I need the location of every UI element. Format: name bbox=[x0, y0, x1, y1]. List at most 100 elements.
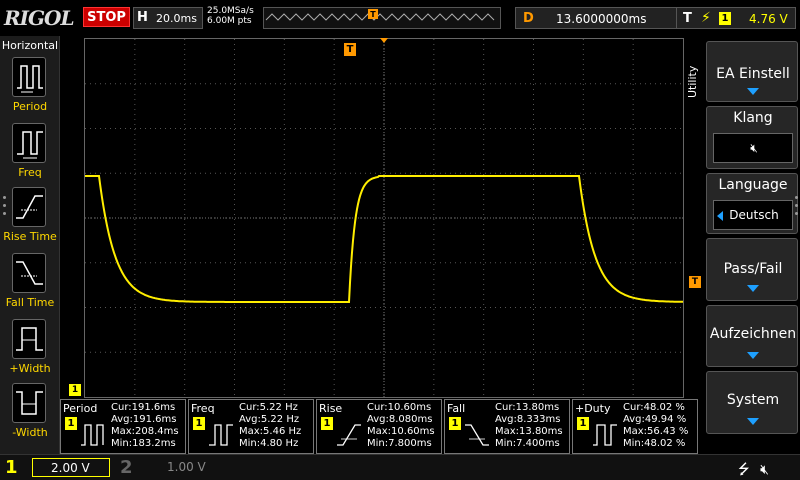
softkey-label: Language bbox=[718, 177, 788, 193]
meas-max: Max:13.80ms bbox=[495, 426, 563, 437]
softkey-ea-einstell[interactable]: EA Einstell bbox=[706, 41, 798, 102]
speaker-muted-icon: 🔇︎ bbox=[760, 462, 769, 478]
period-icon bbox=[81, 424, 104, 446]
measure-menu-panel: Horizontal Period Freq Rise Time Fall Ti… bbox=[0, 36, 60, 454]
speaker-muted-icon: 🔇︎ bbox=[750, 141, 758, 155]
softkey-system[interactable]: System bbox=[706, 371, 798, 434]
chevron-down-icon bbox=[747, 418, 759, 425]
meas-channel-badge: 1 bbox=[577, 417, 589, 430]
channel-1-status[interactable]: 1 2.00 V bbox=[0, 455, 112, 480]
waveform-grid bbox=[85, 39, 683, 397]
period-icon bbox=[12, 57, 46, 97]
softkey-label: Aufzeichnen bbox=[709, 326, 797, 342]
system-status-icons: ⭍ 🔇︎ bbox=[738, 459, 769, 480]
rise-time-icon bbox=[337, 424, 361, 446]
fall-time-icon bbox=[465, 424, 489, 446]
rise-time-icon bbox=[12, 187, 46, 227]
measurement-freq[interactable]: Freq 1 Cur:5.22 Hz Avg:5.22 Hz Max:5.46 … bbox=[188, 399, 314, 454]
meas-avg: Avg:5.22 Hz bbox=[239, 414, 300, 425]
meas-min: Min:48.02 % bbox=[623, 438, 686, 449]
pos-width-label: +Width bbox=[9, 362, 51, 375]
top-status-bar: RIGOL STOP H 20.0ms 25.0MSa/s 6.00M pts … bbox=[0, 0, 800, 36]
meas-name: Rise bbox=[319, 402, 343, 415]
waveform-display[interactable] bbox=[84, 38, 684, 398]
meas-cur: Cur:13.80ms bbox=[495, 402, 560, 413]
channel-2-status[interactable]: 2 1.00 V bbox=[115, 455, 225, 480]
run-stop-indicator[interactable]: STOP bbox=[83, 7, 130, 27]
meas-min: Min:7.800ms bbox=[367, 438, 432, 449]
freq-icon bbox=[209, 424, 233, 446]
softkey-label: Klang bbox=[733, 110, 773, 126]
meas-cur: Cur:5.22 Hz bbox=[239, 402, 298, 413]
usb-icon: ⭍ bbox=[738, 462, 750, 478]
language-selector[interactable]: Deutsch bbox=[713, 200, 793, 230]
measure-freq-item[interactable]: Freq bbox=[0, 123, 60, 187]
trigger-position-marker[interactable]: T bbox=[344, 43, 356, 56]
channel-1-offset-marker[interactable]: 1 bbox=[69, 384, 81, 396]
trigger-level-marker[interactable]: T bbox=[689, 276, 701, 288]
meas-avg: Avg:8.333ms bbox=[495, 414, 561, 425]
chevron-down-icon bbox=[747, 285, 759, 292]
softkey-label: Pass/Fail bbox=[723, 261, 783, 277]
freq-label: Freq bbox=[18, 166, 42, 179]
memory-depth: 6.00M pts bbox=[207, 16, 252, 26]
fall-time-label: Fall Time bbox=[5, 296, 55, 309]
measure-pos-width-item[interactable]: +Width bbox=[0, 319, 60, 383]
measurement-results-bar: Period 1 Cur:191.6ms Avg:191.6ms Max:208… bbox=[60, 399, 698, 454]
memory-overview-bar[interactable]: T bbox=[263, 7, 501, 29]
delay-value: 13.6000000ms bbox=[556, 12, 647, 26]
measure-neg-width-item[interactable]: -Width bbox=[0, 383, 60, 447]
memory-waveform-icon: T bbox=[265, 9, 495, 21]
softkey-pass-fail[interactable]: Pass/Fail bbox=[706, 238, 798, 301]
softkey-label: EA Einstell bbox=[716, 66, 790, 82]
meas-name: Fall bbox=[447, 402, 466, 415]
horizontal-timebase[interactable]: H 20.0ms bbox=[133, 7, 203, 29]
timebase-value: 20.0ms bbox=[156, 12, 197, 25]
meas-min: Min:4.80 Hz bbox=[239, 438, 299, 449]
meas-max: Max:5.46 Hz bbox=[239, 426, 302, 437]
softkey-aufzeichnen[interactable]: Aufzeichnen bbox=[706, 305, 798, 367]
trigger-label: T bbox=[683, 11, 692, 26]
channel-1-number: 1 bbox=[5, 457, 18, 478]
channel-1-scale: 2.00 V bbox=[32, 458, 110, 477]
meas-channel-badge: 1 bbox=[449, 417, 461, 430]
rigol-logo: RIGOL bbox=[4, 6, 75, 30]
measure-fall-time-item[interactable]: Fall Time bbox=[0, 253, 60, 317]
negative-width-icon bbox=[12, 383, 46, 423]
channel-status-bar: 1 2.00 V 2 1.00 V ⭍ 🔇︎ bbox=[0, 454, 800, 480]
meas-cur: Cur:191.6ms bbox=[111, 402, 176, 413]
measurement-rise[interactable]: Rise 1 Cur:10.60ms Avg:8.080ms Max:10.60… bbox=[316, 399, 442, 454]
meas-channel-badge: 1 bbox=[193, 417, 205, 430]
meas-channel-badge: 1 bbox=[65, 417, 77, 430]
utility-softkey-menu: EA Einstell Klang 🔇︎ Language Deutsch Pa… bbox=[703, 36, 800, 454]
softkey-language[interactable]: Language Deutsch bbox=[706, 173, 798, 234]
meas-cur: Cur:10.60ms bbox=[367, 402, 432, 413]
meas-avg: Avg:49.94 % bbox=[623, 414, 687, 425]
measurement-duty[interactable]: +Duty 1 Cur:48.02 % Avg:49.94 % Max:56.4… bbox=[572, 399, 698, 454]
softkey-klang[interactable]: Klang 🔇︎ bbox=[706, 106, 798, 169]
meas-name: +Duty bbox=[575, 402, 611, 415]
meas-name: Period bbox=[63, 402, 98, 415]
measure-period-item[interactable]: Period bbox=[0, 57, 60, 121]
meas-max: Max:10.60ms bbox=[367, 426, 435, 437]
sound-toggle[interactable]: 🔇︎ bbox=[713, 133, 793, 163]
delay-readout[interactable]: D 13.6000000ms bbox=[515, 7, 695, 29]
sample-rate: 25.0MSa/s bbox=[207, 6, 254, 16]
trigger-readout[interactable]: T ⚡ 1 4.76 V bbox=[676, 7, 796, 29]
language-value: Deutsch bbox=[729, 208, 779, 222]
meas-min: Min:183.2ms bbox=[111, 438, 176, 449]
measurement-period[interactable]: Period 1 Cur:191.6ms Avg:191.6ms Max:208… bbox=[60, 399, 186, 454]
meas-max: Max:56.43 % bbox=[623, 426, 689, 437]
panel-scroll-indicator bbox=[3, 196, 7, 220]
menu-scroll-indicator bbox=[795, 196, 799, 220]
trigger-channel-badge: 1 bbox=[719, 12, 731, 25]
measure-rise-time-item[interactable]: Rise Time bbox=[0, 187, 60, 251]
svg-text:T: T bbox=[370, 10, 376, 19]
meas-min: Min:7.400ms bbox=[495, 438, 560, 449]
rise-time-label: Rise Time bbox=[3, 230, 57, 243]
meas-avg: Avg:191.6ms bbox=[111, 414, 177, 425]
acquisition-info: 25.0MSa/s 6.00M pts bbox=[207, 6, 254, 26]
softkey-label: System bbox=[726, 392, 780, 408]
chevron-down-icon bbox=[747, 352, 759, 359]
measurement-fall[interactable]: Fall 1 Cur:13.80ms Avg:8.333ms Max:13.80… bbox=[444, 399, 570, 454]
